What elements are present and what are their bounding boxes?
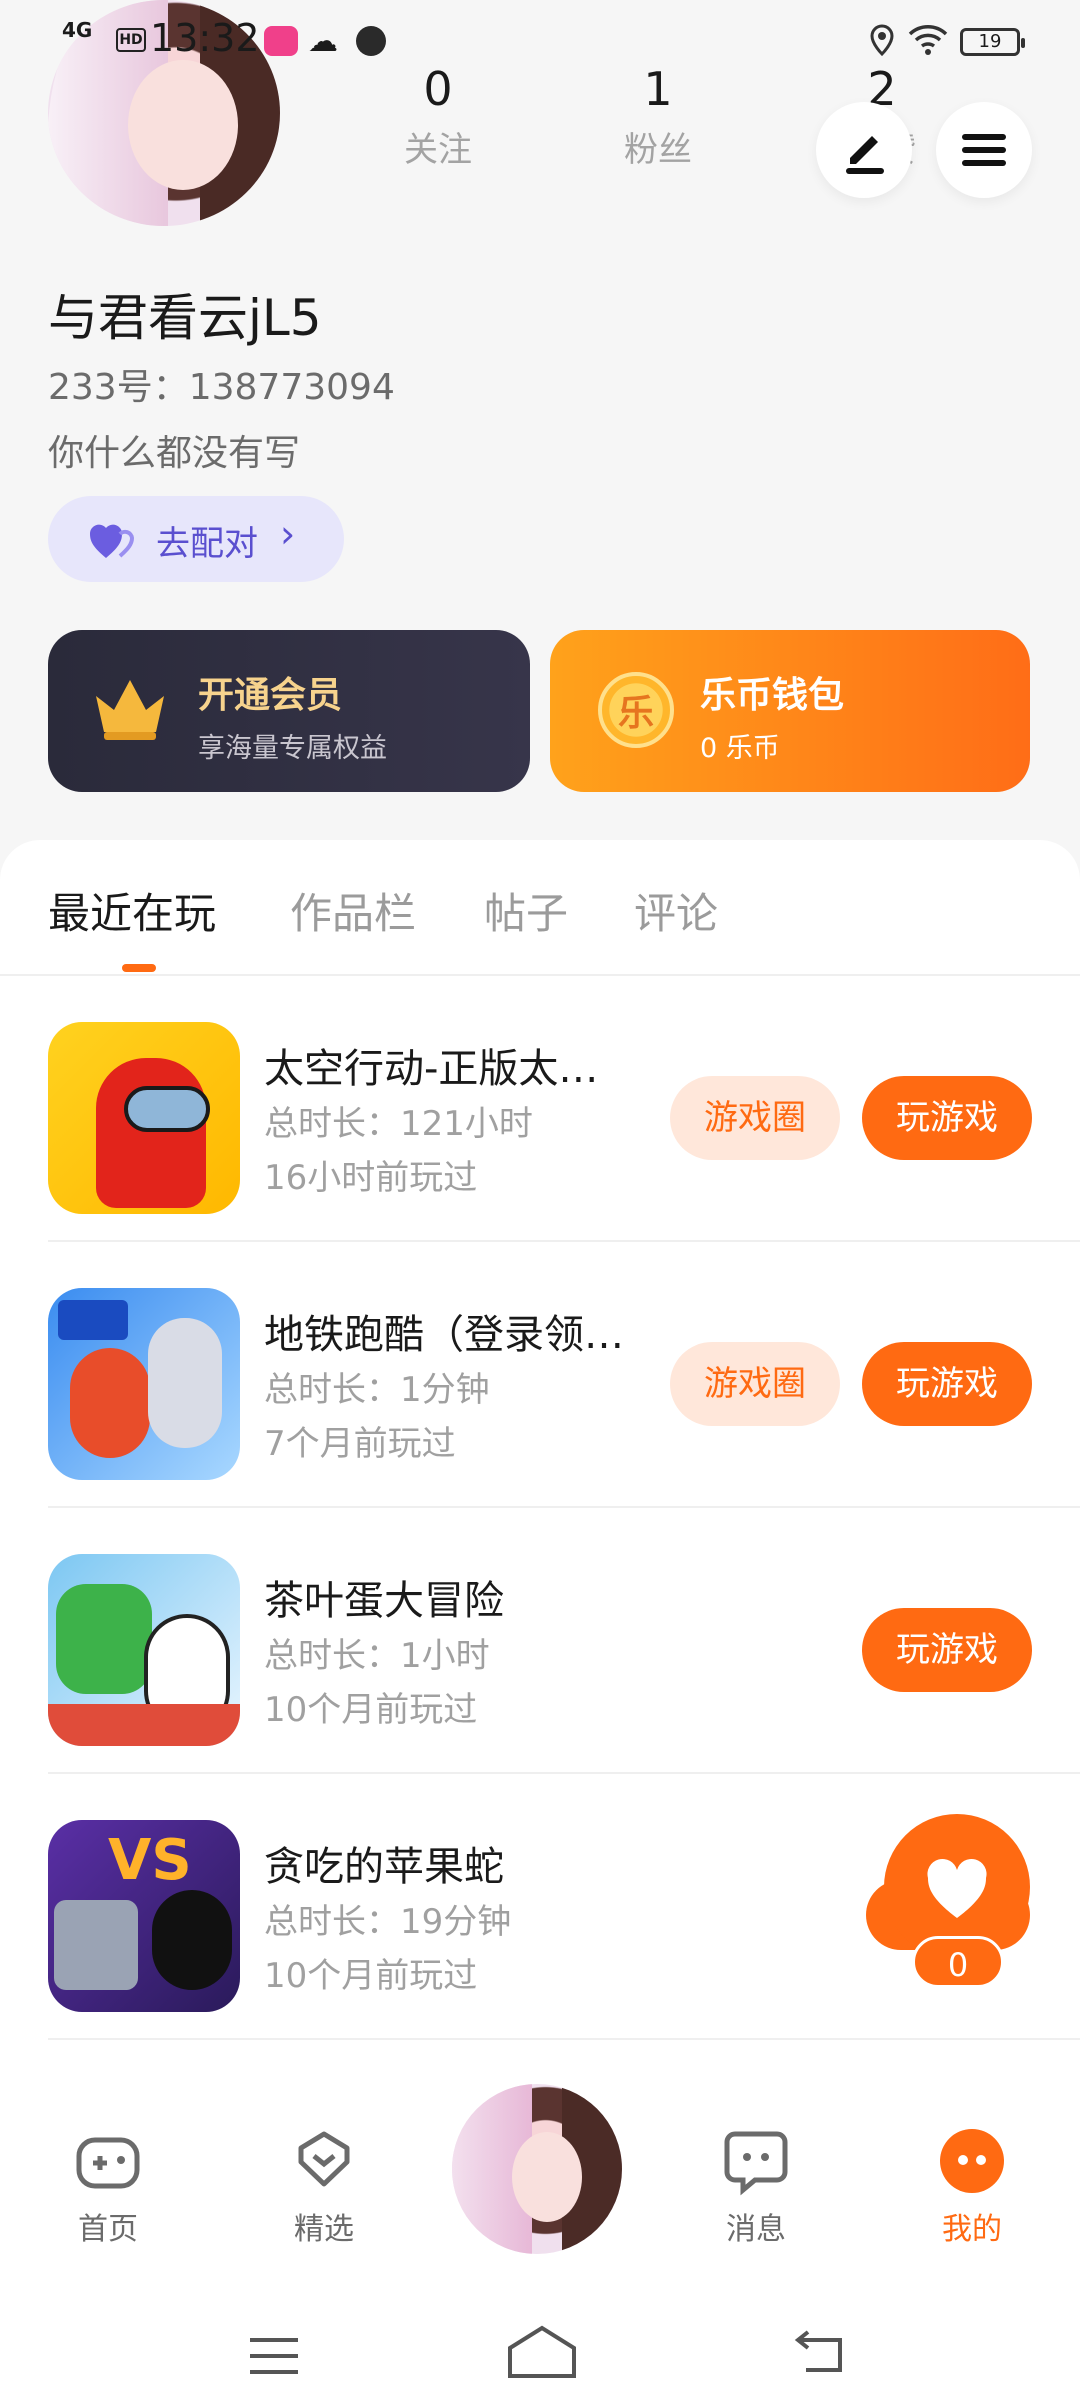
location-icon — [870, 24, 894, 56]
hd-icon: HD — [116, 28, 146, 52]
status-bar: 4G HD 13:32 ☁ 19 — [0, 0, 1080, 80]
match-button[interactable]: 去配对 › — [48, 496, 344, 582]
cloud-icon: ☁ — [308, 24, 338, 59]
play-game-button[interactable]: 玩游戏 — [862, 1342, 1032, 1426]
game-duration: 总时长：1分钟 — [264, 1370, 490, 1410]
like-count: 0 — [912, 1936, 1004, 1988]
game-last-played: 10个月前玩过 — [264, 1956, 478, 1996]
tab-comments[interactable]: 评论 — [634, 880, 718, 941]
vip-title: 开通会员 — [198, 675, 343, 716]
back-icon[interactable] — [794, 2330, 850, 2376]
tab-indicator — [122, 964, 156, 972]
game-name: 贪吃的苹果蛇 — [264, 1844, 504, 1890]
game-name: 茶叶蛋大冒险 — [264, 1578, 504, 1624]
game-icon: VS — [48, 1820, 240, 2012]
game-duration: 总时长：1小时 — [264, 1636, 490, 1676]
vip-card[interactable]: 开通会员 享海量专属权益 — [48, 630, 530, 792]
nav-home-label: 首页 — [78, 2212, 138, 2247]
avatar-face — [512, 2132, 582, 2222]
game-icon — [48, 1288, 240, 1480]
username: 与君看云jL5 — [48, 289, 322, 347]
edit-profile-button[interactable] — [816, 102, 912, 198]
gamepad-icon — [76, 2137, 140, 2189]
nav-messages-label: 消息 — [726, 2212, 786, 2247]
list-item[interactable]: 太空行动-正版太… 总时长：121小时 16小时前玩过 游戏圈 玩游戏 — [0, 976, 1080, 1242]
wallet-card[interactable]: 乐 乐币钱包 0 乐币 — [550, 630, 1030, 792]
user-id: 233号：138773094 — [48, 367, 395, 408]
nav-me-label: 我的 — [942, 2212, 1002, 2247]
game-name: 地铁跑酷（登录领… — [264, 1312, 624, 1358]
wallet-balance: 0 乐币 — [700, 733, 780, 764]
app-notification-icon — [264, 26, 298, 56]
game-circle-button[interactable]: 游戏圈 — [670, 1342, 840, 1426]
game-icon — [48, 1554, 240, 1746]
menu-button[interactable] — [936, 102, 1032, 198]
play-game-button[interactable]: 玩游戏 — [862, 1608, 1032, 1692]
double-heart-icon — [89, 524, 135, 558]
coin-icon: 乐 — [598, 672, 674, 748]
game-icon — [48, 1022, 240, 1214]
user-bio: 你什么都没有写 — [48, 433, 301, 474]
wifi-icon — [908, 25, 948, 55]
game-last-played: 16小时前玩过 — [264, 1158, 478, 1198]
wallet-title: 乐币钱包 — [700, 675, 845, 716]
menu-icon — [962, 134, 1006, 166]
stat-fans-label: 粉丝 — [624, 130, 692, 170]
pen-icon — [846, 136, 884, 174]
stat-following-label: 关注 — [404, 130, 472, 170]
game-duration: 总时长：121小时 — [264, 1104, 533, 1144]
tab-recent-play[interactable]: 最近在玩 — [48, 880, 216, 941]
play-game-button[interactable]: 玩游戏 — [862, 1076, 1032, 1160]
battery-icon: 19 — [960, 28, 1025, 56]
row-divider — [48, 2038, 1080, 2040]
compass-icon — [356, 26, 386, 56]
game-duration: 总时长：19分钟 — [264, 1902, 512, 1942]
tab-posts[interactable]: 帖子 — [484, 880, 568, 941]
list-item[interactable]: 茶叶蛋大冒险 总时长：1小时 10个月前玩过 玩游戏 — [0, 1508, 1080, 1774]
vip-subtitle: 享海量专属权益 — [198, 733, 387, 764]
nav-messages[interactable]: 消息 — [696, 2126, 816, 2248]
recent-apps-icon[interactable] — [246, 2336, 302, 2376]
me-icon — [940, 2129, 1004, 2193]
signal-icon: 4G — [62, 18, 93, 42]
game-name: 太空行动-正版太… — [264, 1046, 599, 1092]
game-last-played: 10个月前玩过 — [264, 1690, 478, 1730]
chevron-right-icon: › — [280, 512, 296, 556]
list-item[interactable]: 地铁跑酷（登录领… 总时长：1分钟 7个月前玩过 游戏圈 玩游戏 — [0, 1242, 1080, 1508]
status-time: 13:32 — [150, 16, 260, 60]
nav-featured-label: 精选 — [294, 2212, 354, 2247]
match-label: 去配对 — [156, 524, 258, 564]
tab-works[interactable]: 作品栏 — [290, 880, 416, 941]
system-nav-bar — [0, 2290, 1080, 2408]
center-avatar-button[interactable] — [452, 2084, 622, 2254]
game-last-played: 7个月前玩过 — [264, 1424, 456, 1464]
game-circle-button[interactable]: 游戏圈 — [670, 1076, 840, 1160]
nav-home[interactable]: 首页 — [48, 2126, 168, 2248]
home-icon[interactable] — [506, 2324, 578, 2380]
tab-bar: 最近在玩 作品栏 帖子 评论 — [0, 870, 1080, 975]
heart-box-icon — [298, 2131, 350, 2187]
chat-icon — [724, 2131, 788, 2196]
nav-featured[interactable]: 精选 — [264, 2126, 384, 2248]
crown-icon — [96, 680, 164, 740]
nav-me[interactable]: 我的 — [912, 2126, 1032, 2248]
